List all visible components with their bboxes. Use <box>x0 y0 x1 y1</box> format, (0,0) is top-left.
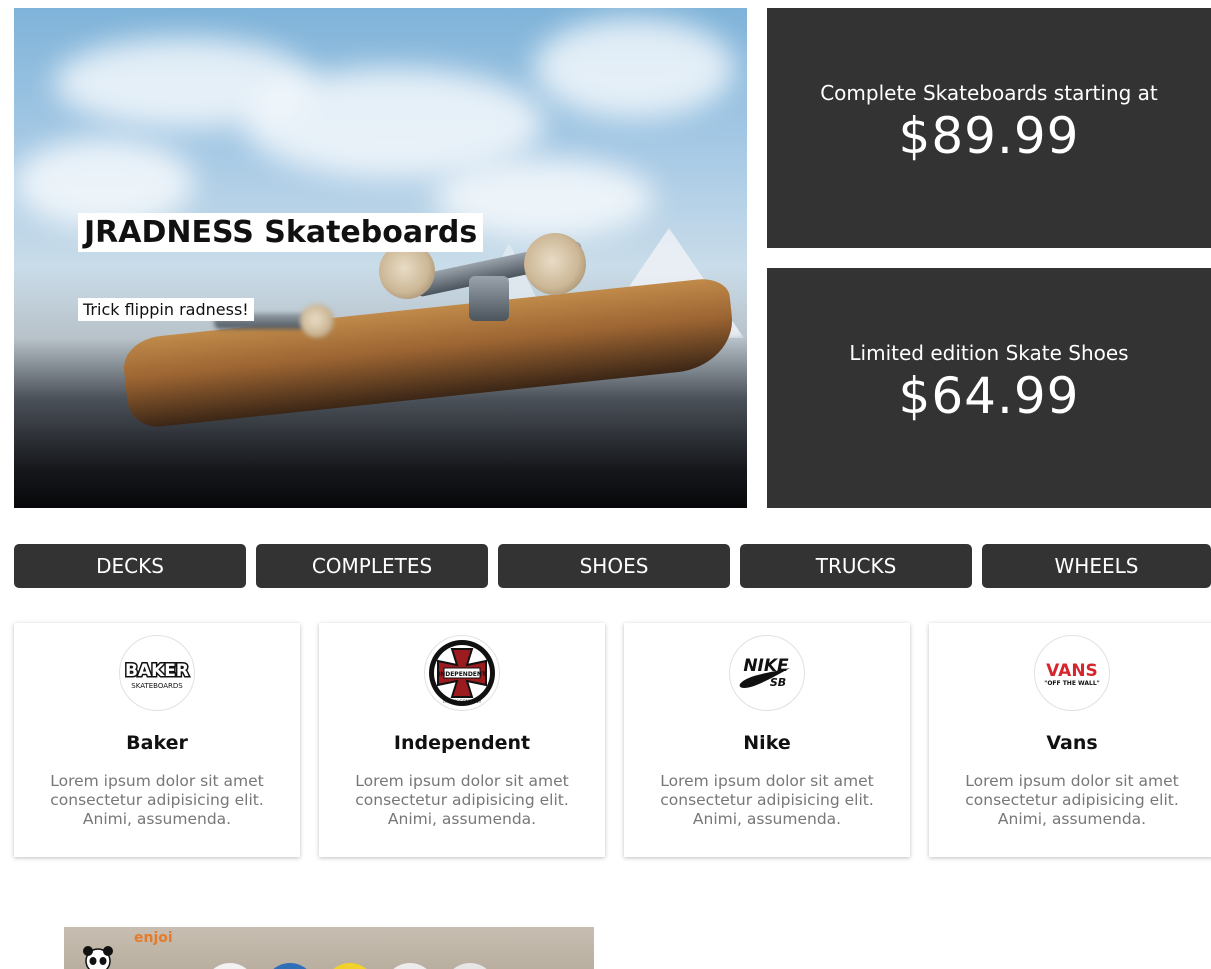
nav-shoes-button[interactable]: SHOES <box>498 544 730 588</box>
brand-card-independent[interactable]: INDEPENDENT TRUCK COMPANY Independent Lo… <box>319 623 605 857</box>
brand-name: Vans <box>1046 732 1098 754</box>
promo-price: $64.99 <box>898 367 1080 425</box>
promo-caption: Complete Skateboards starting at <box>820 81 1158 105</box>
product-wheel <box>324 963 376 969</box>
product-wheel <box>204 963 256 969</box>
brand-card-vans[interactable]: VANS "OFF THE WALL" Vans Lorem ipsum dol… <box>929 623 1211 857</box>
brand-name: Nike <box>743 732 791 754</box>
nav-trucks-button[interactable]: TRUCKS <box>740 544 972 588</box>
skateboard-wheel <box>300 304 334 338</box>
svg-text:SB: SB <box>770 676 786 689</box>
nav-wheels-button[interactable]: WHEELS <box>982 544 1211 588</box>
brand-description: Lorem ipsum dolor sit amet consectetur a… <box>355 772 569 828</box>
brand-card-baker[interactable]: BAKER SKATEBOARDS Baker Lorem ipsum dolo… <box>14 623 300 857</box>
brand-name: Independent <box>393 732 531 754</box>
featured-product-image: enjoi <box>64 927 594 969</box>
baker-logo-icon: BAKER SKATEBOARDS <box>124 660 191 691</box>
hero-banner: JRADNESS Skateboards Trick flippin radne… <box>14 8 747 508</box>
iron-cross-icon: INDEPENDENT TRUCK COMPANY <box>429 640 495 706</box>
nike-logo: NIKE SB <box>729 635 805 711</box>
cloud <box>534 18 734 118</box>
baker-logo: BAKER SKATEBOARDS <box>119 635 195 711</box>
brand-name: Baker <box>126 732 188 754</box>
vans-logo: VANS "OFF THE WALL" <box>1034 635 1110 711</box>
brand-description: Lorem ipsum dolor sit amet consectetur a… <box>965 772 1179 828</box>
promo-shoes[interactable]: Limited edition Skate Shoes $64.99 <box>767 268 1211 508</box>
svg-text:INDEPENDENT: INDEPENDENT <box>438 671 487 678</box>
product-wheel <box>384 963 436 969</box>
promo-price: $89.99 <box>898 107 1080 165</box>
svg-text:TRUCK COMPANY: TRUCK COMPANY <box>442 699 482 705</box>
svg-text:SKATEBOARDS: SKATEBOARDS <box>131 682 183 690</box>
svg-text:BAKER: BAKER <box>125 661 189 681</box>
nav-completes-button[interactable]: COMPLETES <box>256 544 488 588</box>
svg-text:VANS: VANS <box>1046 661 1098 681</box>
brand-card-nike[interactable]: NIKE SB Nike Lorem ipsum dolor sit amet … <box>624 623 910 857</box>
svg-text:"OFF THE WALL": "OFF THE WALL" <box>1044 680 1100 687</box>
product-wheel <box>264 963 316 969</box>
hero-title: JRADNESS Skateboards <box>78 213 484 252</box>
product-wheel <box>444 963 496 969</box>
skateboard-wheel <box>524 233 586 295</box>
independent-logo: INDEPENDENT TRUCK COMPANY <box>424 635 500 711</box>
bottom-brand-text: enjoi <box>134 930 173 946</box>
nav-decks-button[interactable]: DECKS <box>14 544 246 588</box>
promo-completes[interactable]: Complete Skateboards starting at $89.99 <box>767 8 1211 248</box>
vans-logo-icon: VANS "OFF THE WALL" <box>1044 661 1100 687</box>
skateboard-truck-base <box>469 276 509 321</box>
category-nav: DECKS COMPLETES SHOES TRUCKS WHEELS <box>14 544 1211 588</box>
panda-icon <box>83 946 113 969</box>
promo-caption: Limited edition Skate Shoes <box>849 341 1129 365</box>
hero-tagline: Trick flippin radness! <box>78 298 254 321</box>
brand-description: Lorem ipsum dolor sit amet consectetur a… <box>660 772 874 828</box>
brand-description: Lorem ipsum dolor sit amet consectetur a… <box>50 772 264 828</box>
nike-swoosh-icon: NIKE SB <box>739 656 790 689</box>
